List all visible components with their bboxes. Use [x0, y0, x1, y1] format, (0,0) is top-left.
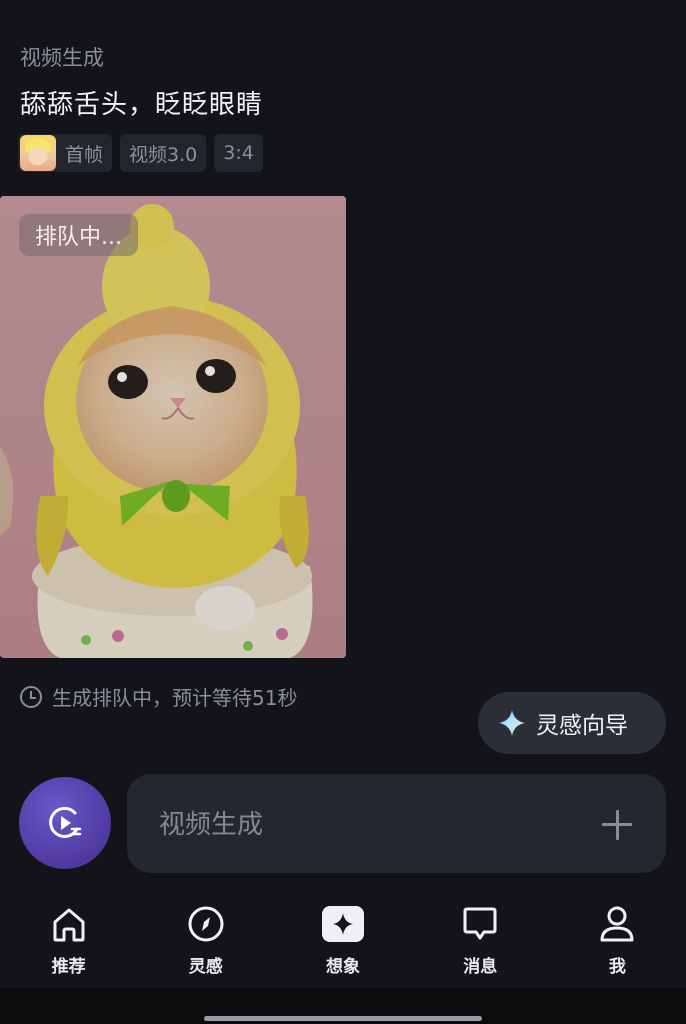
sparkle-icon: [499, 710, 525, 736]
queue-status-badge: 排队中...: [19, 214, 138, 256]
nav-item-me[interactable]: 我: [549, 892, 686, 988]
prompt-input[interactable]: [157, 774, 581, 875]
nav-item-recommend[interactable]: 推荐: [0, 892, 137, 988]
prompt-text: 舔舔舌头，眨眨眼睛: [20, 90, 264, 120]
first-frame-thumbnail: [20, 135, 56, 171]
nav-label-messages: 消息: [463, 957, 498, 977]
nav-label-me: 我: [608, 957, 626, 977]
nav-label-inspiration: 灵感: [188, 957, 223, 977]
person-icon: [600, 906, 634, 942]
add-icon[interactable]: [602, 810, 632, 840]
ratio-tag: 3:4: [214, 134, 263, 172]
nav-label-recommend: 推荐: [51, 957, 86, 977]
compass-icon: [188, 906, 224, 942]
video-preview[interactable]: 排队中...: [0, 196, 346, 658]
queue-status-text: 生成排队中，预计等待51秒: [52, 686, 298, 710]
bottom-nav: 推荐 灵感 想象 消息 我: [0, 892, 686, 988]
inspiration-guide-label: 灵感向导: [536, 713, 628, 739]
nav-item-imagine[interactable]: 想象: [274, 892, 411, 988]
home-indicator[interactable]: [204, 1016, 482, 1021]
section-label: 视频生成: [20, 46, 104, 70]
queue-status: 生成排队中，预计等待51秒: [20, 682, 297, 711]
sparkle-icon: [322, 906, 364, 942]
chat-bubble-icon: [463, 907, 497, 940]
first-frame-label: 首帧: [65, 143, 104, 166]
video-generate-icon: [49, 806, 82, 838]
model-tag: 视频3.0: [120, 134, 207, 172]
prompt-input-bar: [127, 774, 666, 875]
nav-label-imagine: 想象: [326, 957, 360, 977]
generation-tags: 首帧 视频3.0 3:4: [18, 134, 263, 172]
video-mode-button[interactable]: [19, 777, 111, 869]
clock-icon: [20, 685, 42, 708]
kitten-image: [0, 196, 346, 658]
first-frame-tag[interactable]: 首帧: [18, 134, 113, 172]
inspiration-guide-button[interactable]: 灵感向导: [478, 692, 666, 754]
nav-item-inspiration[interactable]: 灵感: [137, 892, 274, 988]
nav-item-messages[interactable]: 消息: [412, 892, 549, 988]
home-icon: [53, 908, 85, 942]
